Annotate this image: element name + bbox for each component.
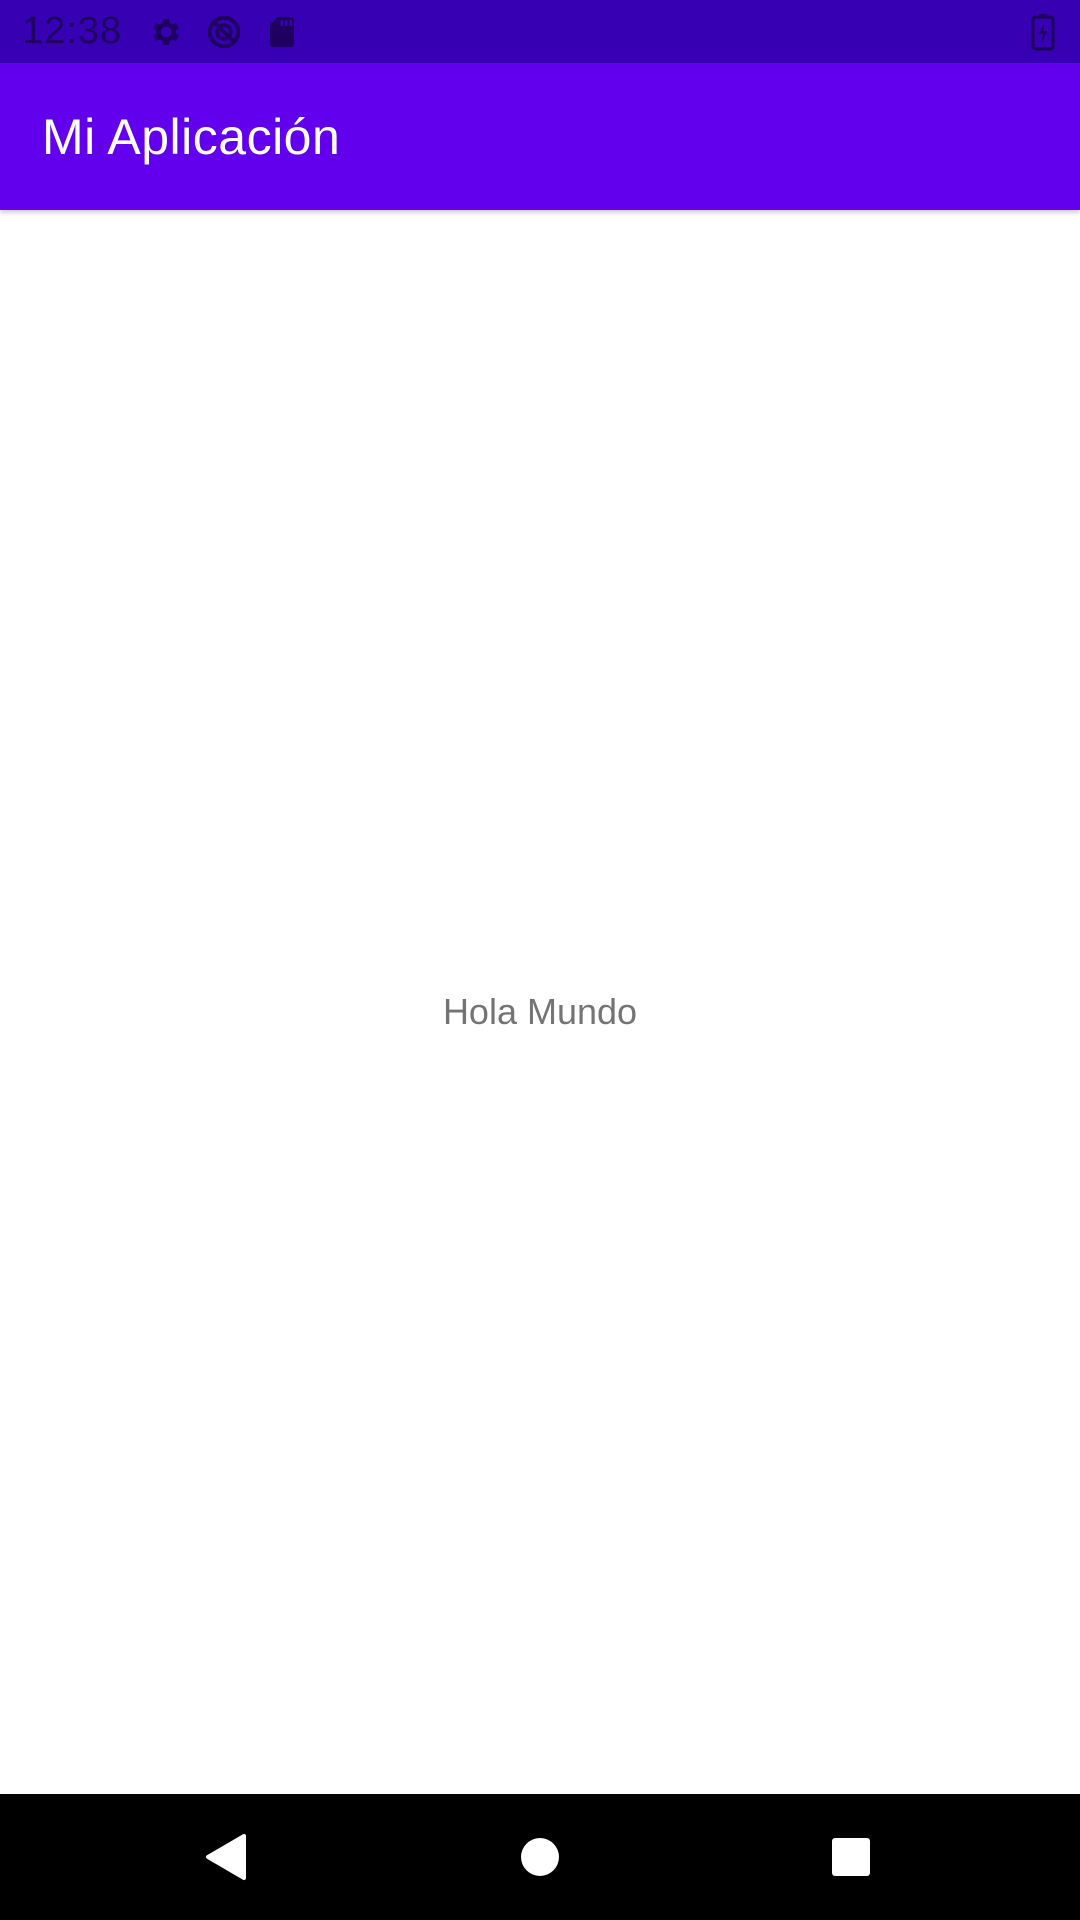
hello-text: Hola Mundo (442, 991, 638, 1032)
sd-card-icon (270, 16, 295, 47)
recents-button[interactable] (781, 1794, 921, 1920)
navigation-bar (0, 1794, 1080, 1920)
no-disturb-icon (207, 15, 241, 48)
home-icon (521, 1838, 559, 1876)
main-content: Hola Mundo (0, 210, 1080, 1794)
status-time: 12:38 (22, 10, 123, 52)
status-icons (148, 14, 300, 50)
back-button[interactable] (155, 1794, 295, 1920)
gear-icon (153, 18, 179, 45)
home-button[interactable] (470, 1794, 610, 1920)
battery-charging-icon (1031, 13, 1055, 50)
status-bar: 12:38 (0, 0, 1080, 63)
app-screen: 12:38 Mi Aplicación Hola Mundo (0, 0, 1080, 1920)
recents-icon (832, 1838, 870, 1876)
status-right (1030, 13, 1060, 51)
back-icon (206, 1834, 246, 1880)
app-title: Mi Aplicación (42, 108, 341, 165)
app-bar: Mi Aplicación (0, 63, 1080, 210)
